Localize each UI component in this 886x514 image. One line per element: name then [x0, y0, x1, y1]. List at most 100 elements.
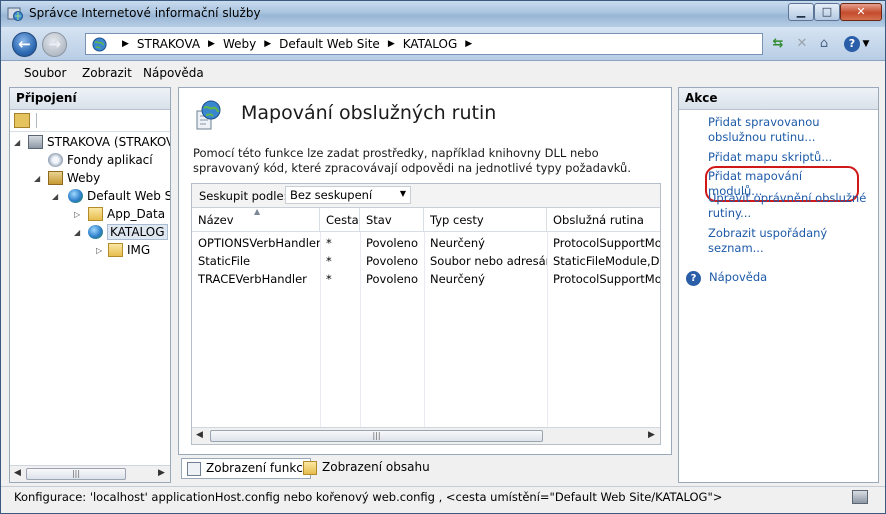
close-button[interactable]: ✕	[840, 3, 882, 21]
breadcrumb-separator-icon[interactable]: ▶	[122, 39, 129, 49]
help-icon[interactable]: ?	[842, 34, 862, 54]
table-cell-name[interactable]: TRACEVerbHandler	[192, 270, 320, 288]
table-cell-handler[interactable]: ProtocolSupportMo	[547, 270, 660, 288]
tree-node-img[interactable]: IMG	[108, 241, 150, 259]
group-by-bar: Seskupit podle: Bez seskupení ▼	[192, 184, 660, 208]
iis-manager-window: Správce Internetové informační služby ▁ …	[0, 0, 886, 514]
breadcrumb-default-web-site[interactable]: Default Web Site	[279, 37, 380, 51]
collapse-chevron-icon[interactable]: ◢	[74, 228, 80, 237]
tree-node-server[interactable]: STRAKOVA (STRAKOV	[28, 133, 170, 151]
breadcrumb-separator-icon[interactable]: ▶	[264, 39, 271, 49]
column-header-path[interactable]: Cesta	[320, 208, 360, 232]
handler-mappings-grid: Seskupit podle: Bez seskupení ▼ ▲ Název …	[191, 183, 661, 445]
tree-node-default-web-site[interactable]: Default Web Site	[68, 187, 170, 205]
table-cell-state[interactable]: Povoleno	[360, 252, 424, 270]
app-pool-icon	[48, 153, 63, 167]
breadcrumb-server[interactable]: STRAKOVA	[137, 37, 200, 51]
menu-napoveda[interactable]: Nápověda	[143, 66, 204, 80]
breadcrumb-separator-icon[interactable]: ▶	[208, 39, 215, 49]
collapse-chevron-icon[interactable]: ◢	[34, 174, 40, 183]
stop-icon[interactable]: ✕	[792, 34, 812, 54]
column-header-path-type[interactable]: Typ cesty	[424, 208, 547, 232]
collapse-chevron-icon[interactable]: ◢	[14, 138, 20, 147]
help-dropdown-chevron-icon[interactable]: ▼	[861, 34, 871, 54]
tree-node-label: IMG	[127, 243, 151, 257]
table-cell-state[interactable]: Povoleno	[360, 270, 424, 288]
table-cell-path-type[interactable]: Neurčený	[424, 234, 547, 252]
scroll-left-icon[interactable]: ◀	[14, 468, 21, 478]
breadcrumb: ▶ STRAKOVA ▶ Weby ▶ Default Web Site ▶ K…	[114, 37, 480, 51]
tab-features-view[interactable]: Zobrazení funkcí	[181, 458, 312, 479]
feature-pane: Mapování obslužných rutin Pomocí této fu…	[178, 87, 672, 455]
scrollbar-thumb[interactable]: |||	[210, 430, 543, 442]
tree-node-label: Fondy aplikací	[67, 153, 153, 167]
tab-content-view[interactable]: Zobrazení obsahu	[298, 458, 434, 479]
column-header-name[interactable]: ▲ Název	[192, 207, 320, 232]
connections-header: Připojení	[10, 88, 170, 110]
table-cell-state[interactable]: Povoleno	[360, 234, 424, 252]
column-header-handler[interactable]: Obslužná rutina	[547, 208, 660, 232]
tree-node-label: Weby	[67, 171, 101, 185]
tree-node-app-data[interactable]: App_Data	[88, 205, 165, 223]
address-bar[interactable]: ▶ STRAKOVA ▶ Weby ▶ Default Web Site ▶ K…	[85, 33, 763, 55]
table-cell-path-type[interactable]: Neurčený	[424, 270, 547, 288]
grid-horizontal-scrollbar[interactable]: ◀ ||| ▶	[192, 427, 660, 444]
toolbar-divider	[36, 113, 37, 128]
table-cell-path[interactable]: *	[320, 270, 360, 288]
scroll-right-icon[interactable]: ▶	[158, 468, 165, 478]
tree-node-app-pools[interactable]: Fondy aplikací	[48, 151, 153, 169]
refresh-icon[interactable]: ⇆	[768, 34, 788, 54]
breadcrumb-katalog[interactable]: KATALOG	[403, 37, 458, 51]
table-cell-handler[interactable]: ProtocolSupportMo	[547, 234, 660, 252]
help-label: Nápověda	[709, 270, 768, 284]
column-header-label: Typ cesty	[430, 213, 484, 227]
home-icon[interactable]: ⌂	[814, 34, 834, 54]
menu-zobrazit[interactable]: Zobrazit	[82, 66, 132, 80]
minimize-button[interactable]: ▁	[788, 3, 814, 21]
maximize-button[interactable]: □	[814, 3, 840, 21]
action-help[interactable]: ? Nápověda	[686, 270, 767, 286]
breadcrumb-separator-icon[interactable]: ▶	[388, 39, 395, 49]
breadcrumb-separator-icon[interactable]: ▶	[465, 39, 472, 49]
action-add-script-map[interactable]: Přidat mapu skriptů...	[708, 150, 878, 165]
sites-icon	[48, 171, 63, 185]
column-header-label: Cesta	[326, 213, 359, 227]
group-by-select[interactable]: Bez seskupení ▼	[285, 186, 411, 204]
table-cell-name[interactable]: StaticFile	[192, 252, 320, 270]
collapse-chevron-icon[interactable]: ◢	[52, 192, 58, 201]
table-cell-name[interactable]: OPTIONSVerbHandler	[192, 234, 320, 252]
action-view-ordered-list[interactable]: Zobrazit uspořádaný seznam...	[708, 226, 878, 256]
table-cell-handler[interactable]: StaticFileModule,De	[547, 252, 660, 270]
page-title: Mapování obslužných rutin	[241, 102, 497, 124]
scroll-right-icon[interactable]: ▶	[648, 430, 655, 440]
globe-icon	[88, 225, 103, 239]
expand-chevron-icon[interactable]: ▷	[96, 246, 102, 255]
scroll-left-icon[interactable]: ◀	[196, 430, 203, 440]
tree-node-sites[interactable]: Weby	[48, 169, 100, 187]
action-add-managed-handler[interactable]: Přidat spravovanou obslužnou rutinu...	[708, 115, 878, 145]
connect-icon[interactable]	[14, 113, 30, 128]
status-text: Konfigurace: 'localhost' applicationHost…	[14, 490, 723, 504]
tree-node-katalog[interactable]: KATALOG	[88, 223, 168, 241]
forward-button[interactable]: →	[42, 32, 67, 57]
action-edit-handler-permissions[interactable]: Upravit oprávnění obslužné rutiny...	[708, 191, 878, 221]
tree-node-label: STRAKOVA (STRAKOV	[47, 135, 170, 149]
globe-icon	[68, 189, 83, 203]
feature-description: Pomocí této funkce lze zadat prostředky,…	[193, 146, 631, 175]
column-header-label: Název	[198, 213, 234, 227]
back-button[interactable]: ←	[12, 32, 37, 57]
tree-node-label: Default Web Site	[87, 189, 170, 203]
breadcrumb-sites[interactable]: Weby	[223, 37, 256, 51]
connections-horizontal-scrollbar[interactable]: ◀ ||| ▶	[10, 465, 170, 482]
scrollbar-thumb[interactable]: |||	[26, 468, 126, 480]
menu-soubor[interactable]: Soubor	[24, 66, 66, 80]
table-cell-path[interactable]: *	[320, 252, 360, 270]
tree-node-label: App_Data	[107, 207, 166, 221]
table-cell-path-type[interactable]: Soubor nebo adresář	[424, 252, 547, 270]
connections-tree: ◢ STRAKOVA (STRAKOV Fondy aplikací ◢ Web…	[10, 132, 170, 457]
table-cell-path[interactable]: *	[320, 234, 360, 252]
expand-chevron-icon[interactable]: ▷	[74, 210, 80, 219]
folder-icon	[108, 243, 123, 257]
column-header-label: Obslužná rutina	[553, 213, 644, 227]
column-header-state[interactable]: Stav	[360, 208, 424, 232]
